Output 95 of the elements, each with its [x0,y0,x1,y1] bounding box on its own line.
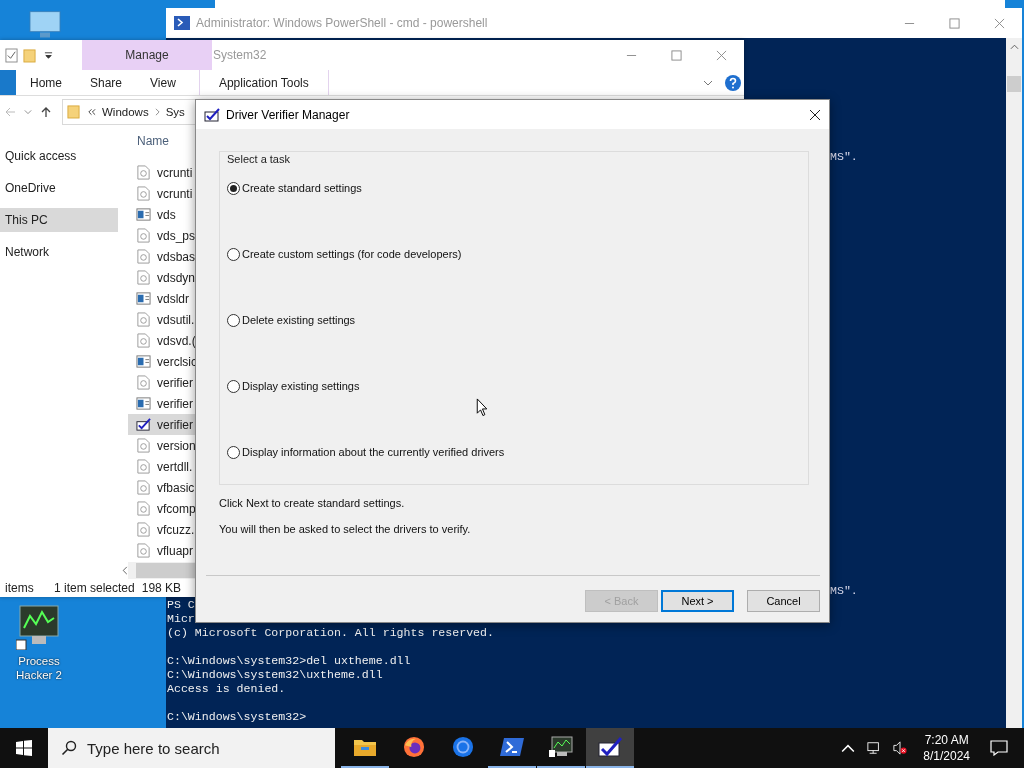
gear-file-icon [136,480,151,496]
gear-file-icon [136,522,151,538]
radio-label[interactable]: Create standard settings [242,182,362,194]
dialog-button[interactable]: Next > [661,590,734,612]
gear-file-icon [136,459,151,475]
gear-file-icon [136,333,151,349]
dialog-title: Driver Verifier Manager [226,107,350,122]
up-arrow-icon[interactable] [40,105,52,118]
double-chevron-icon [87,107,96,116]
dropdown-icon[interactable] [44,50,53,60]
radio-label[interactable]: Display existing settings [242,380,360,392]
info-text: Click Next to create standard settings. [219,496,406,511]
fox-globe-icon [402,736,426,758]
circle-icon [451,736,475,758]
gear-file-icon [136,312,151,328]
console-text: MS". [830,584,858,597]
application-icon [136,291,151,307]
checkmark-window-icon [136,417,151,433]
gear-file-icon [136,375,151,391]
info-text: You will then be asked to select the drivers to verify. [219,522,472,537]
gear-file-icon [136,270,151,286]
clock-time[interactable]: 7:20 AM [924,732,969,748]
chevron-down-icon[interactable] [703,79,713,86]
nav-item[interactable]: This PC [0,208,118,233]
radio-button[interactable] [227,445,240,459]
gear-file-icon [136,186,151,202]
radio-label[interactable]: Create custom settings (for code developers) [242,248,462,260]
network-icon[interactable] [867,741,882,755]
status-text: items [5,581,35,596]
status-text: 1 item selected [54,581,135,596]
monitor-icon[interactable] [16,604,62,650]
scroll-thumb[interactable] [1007,76,1021,92]
nav-item[interactable]: Quick access [0,140,118,173]
radio-button[interactable] [227,379,240,393]
close-icon[interactable] [809,108,821,121]
dialog-button[interactable]: Cancel [747,590,820,612]
window-title: System32 [213,48,267,62]
scroll-left-icon[interactable] [122,566,128,576]
window-title: Administrator: Windows PowerShell - cmd - powershell [196,16,488,30]
console-line: Micr [167,612,195,626]
file-tab[interactable] [0,70,16,96]
gear-file-icon [136,438,151,454]
checkmark-window-icon [204,107,220,122]
column-header[interactable]: Name [128,127,197,156]
ribbon-tab[interactable]: View [136,70,190,96]
breadcrumb[interactable]: Windows [102,105,149,118]
application-icon [136,354,151,370]
radio-label[interactable]: Display information about the currently verified drivers [242,446,505,458]
scrollbar[interactable] [1006,38,1022,728]
ribbon-tab[interactable]: Application Tools [198,70,329,96]
group-label: Select a task [226,153,291,165]
console-line: C:\Windows\system32> [167,710,307,724]
radio-button[interactable] [227,247,240,261]
context-tab-header: Manage [82,40,212,70]
gear-file-icon [136,501,151,517]
gear-file-icon [136,228,151,244]
radio-button[interactable] [227,181,240,195]
console-line: PS C [167,598,195,612]
scroll-up-icon[interactable] [1009,44,1019,50]
muted-speaker-icon[interactable] [893,741,908,755]
powershell-icon [174,15,190,31]
desktop-icon-label[interactable]: Process Hacker 2 [9,654,69,682]
gear-file-icon [136,543,151,559]
gear-file-icon [136,249,151,265]
console-text: MS". [830,150,858,163]
mouse-pointer-icon [476,398,488,417]
powershell-icon [500,736,524,758]
monitor-icon [549,736,573,758]
start-icon[interactable] [16,740,32,756]
computer-icon[interactable] [28,10,62,40]
breadcrumb[interactable]: Sys [165,105,185,118]
search-icon [61,740,77,756]
radio-button[interactable] [227,313,240,327]
status-text: 198 KB [141,581,182,596]
console-line: C:\Windows\system32\uxtheme.dll [167,668,383,682]
nav-item[interactable]: OneDrive [0,172,118,205]
console-line: C:\Windows\system32>del uxtheme.dll [167,654,411,668]
checkmark-window-icon [598,736,622,758]
console-line: (c) Microsoft Corporation. All rights reserved. [167,626,494,640]
notification-icon[interactable] [990,740,1008,756]
gear-file-icon [136,165,151,181]
folder-icon [67,104,80,120]
search-field[interactable]: Type here to search [48,728,335,768]
ribbon-tab[interactable]: Home [16,70,76,96]
help-icon[interactable] [725,74,741,91]
chevron-right-icon [154,107,160,116]
application-icon [136,396,151,412]
radio-label[interactable]: Delete existing settings [242,314,356,326]
nav-item[interactable]: Network [0,236,118,269]
taskbar-button[interactable] [586,728,634,768]
ribbon-tab[interactable]: Share [76,70,137,96]
properties-icon[interactable] [5,47,18,63]
application-icon [136,207,151,223]
console-line: Access is denied. [167,682,286,696]
clock-date[interactable]: 8/1/2024 [923,748,970,764]
